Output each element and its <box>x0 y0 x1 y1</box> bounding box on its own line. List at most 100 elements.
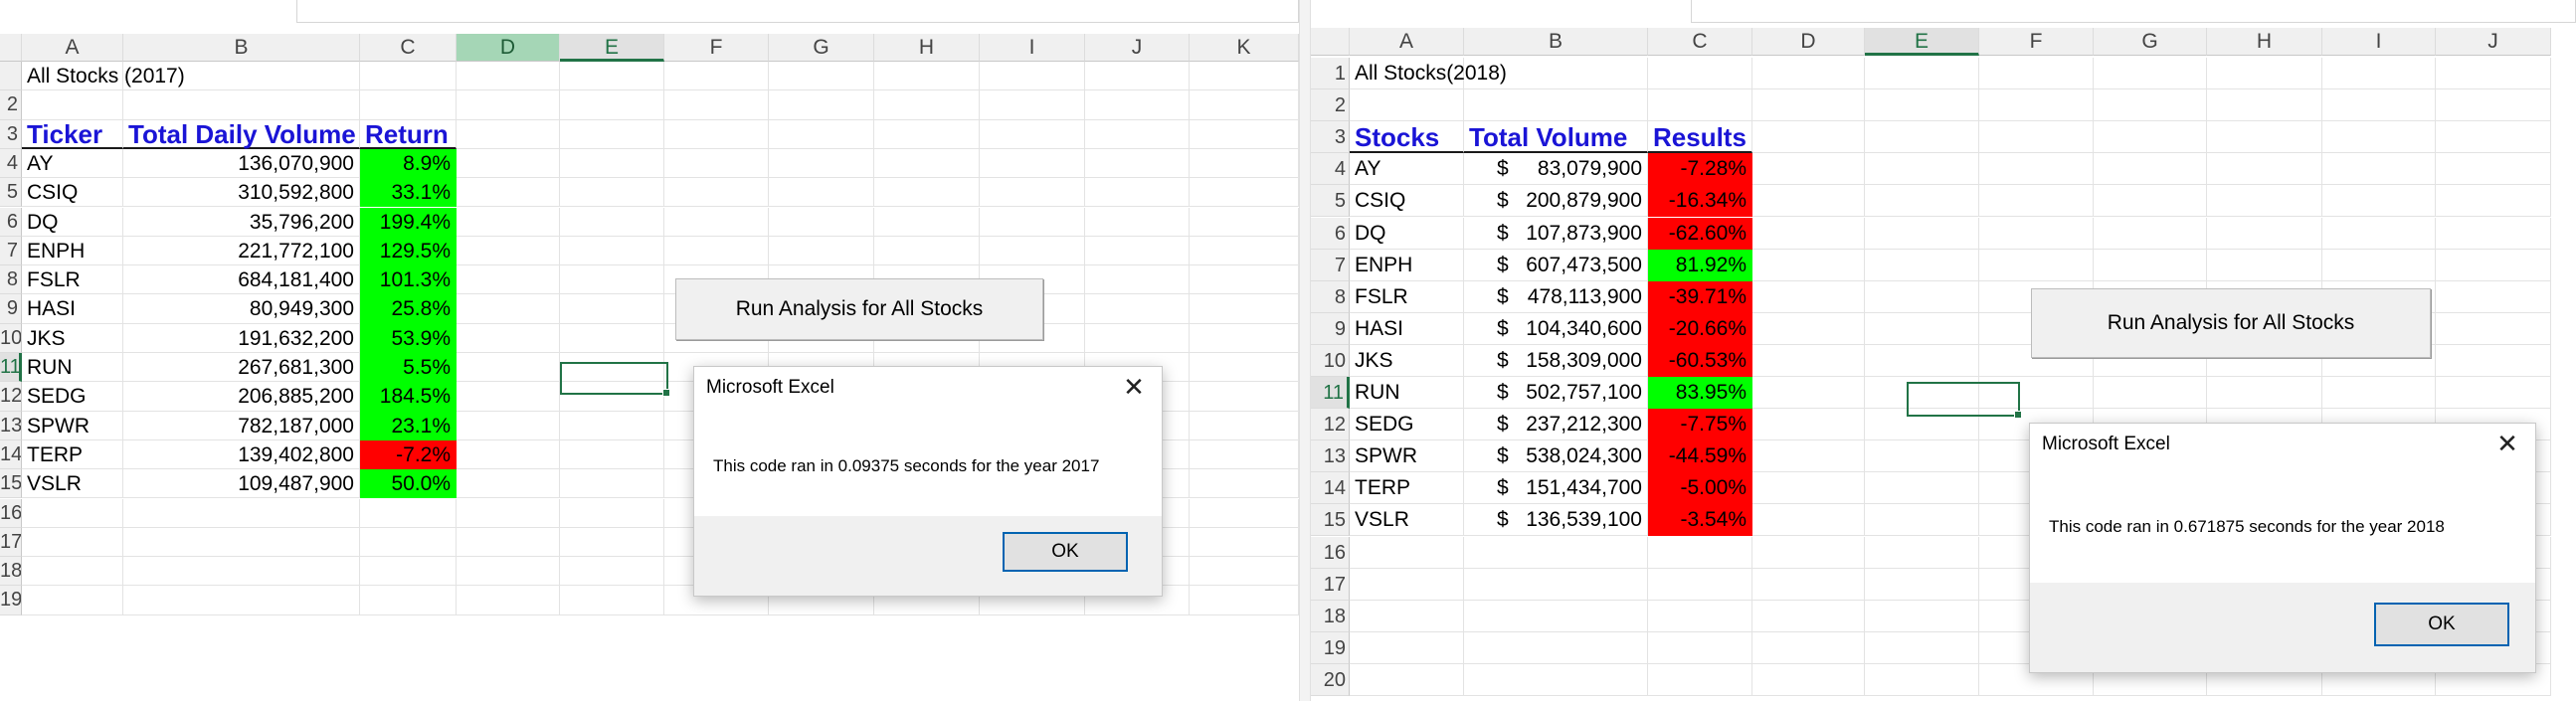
volume-cell[interactable]: $83,079,900 <box>1464 153 1648 186</box>
cell-e20[interactable] <box>1865 663 1979 696</box>
return-cell[interactable]: -7.2% <box>360 439 457 470</box>
cell-d8[interactable] <box>1752 280 1865 313</box>
select-all-corner[interactable] <box>1311 28 1350 56</box>
row-header-5[interactable]: 5 <box>1311 185 1350 218</box>
cell-k10[interactable] <box>1190 323 1299 353</box>
cell-i7[interactable] <box>980 236 1085 266</box>
row-header-8[interactable]: 8 <box>1311 280 1350 313</box>
cell-i2[interactable] <box>980 90 1085 120</box>
cell-k17[interactable] <box>1190 527 1299 558</box>
cell-e14[interactable] <box>1865 472 1979 505</box>
cell-j3[interactable] <box>1085 119 1190 149</box>
volume-cell[interactable]: $607,473,500 <box>1464 249 1648 281</box>
cell-d6[interactable] <box>1752 217 1865 250</box>
cell-i1[interactable] <box>980 62 1085 91</box>
column-header-f[interactable]: F <box>664 34 769 62</box>
cell-d20[interactable] <box>1752 663 1865 696</box>
cell-c19[interactable] <box>1648 631 1752 664</box>
cell-k1[interactable] <box>1190 62 1299 91</box>
column-header-a[interactable]: A <box>22 34 123 62</box>
cell-d14[interactable] <box>1752 472 1865 505</box>
ticker-cell[interactable]: SEDG <box>1350 409 1464 441</box>
cell-e5[interactable] <box>1865 185 1979 218</box>
row-header-2[interactable]: 2 <box>1311 89 1350 122</box>
cell-d5[interactable] <box>1752 185 1865 218</box>
cell-g3[interactable] <box>2094 121 2207 154</box>
ticker-cell[interactable]: SPWR <box>22 411 123 440</box>
column-header-h[interactable]: H <box>2207 28 2322 56</box>
row-header-6[interactable]: 6 <box>1311 217 1350 250</box>
cell-a19[interactable] <box>22 586 123 615</box>
cell-c2[interactable] <box>1648 89 1752 122</box>
cell-j8[interactable] <box>1085 265 1190 295</box>
return-cell[interactable]: -7.28% <box>1648 153 1752 186</box>
cell-e1[interactable] <box>1865 58 1979 90</box>
cell-d10[interactable] <box>457 323 560 353</box>
cell-e17[interactable] <box>560 527 664 558</box>
return-cell[interactable]: 8.9% <box>360 148 457 179</box>
header-volume[interactable]: Total Volume <box>1464 121 1648 154</box>
cell-k18[interactable] <box>1190 557 1299 587</box>
cell-j1[interactable] <box>1085 62 1190 91</box>
cell-c2[interactable] <box>360 90 457 120</box>
cell-i1[interactable] <box>2322 58 2436 90</box>
ticker-cell[interactable]: SPWR <box>1350 440 1464 473</box>
return-cell[interactable]: 81.92% <box>1648 249 1752 281</box>
select-all-corner[interactable] <box>0 34 22 62</box>
cell-f7[interactable] <box>1979 249 2094 281</box>
cell-j9[interactable] <box>2436 312 2551 345</box>
ticker-cell[interactable]: VSLR <box>22 469 123 499</box>
cell-k4[interactable] <box>1190 148 1299 179</box>
volume-cell[interactable]: 310,592,800 <box>123 178 360 208</box>
volume-cell[interactable]: 35,796,200 <box>123 207 360 237</box>
cell-e16[interactable] <box>1865 536 1979 569</box>
ticker-cell[interactable]: ENPH <box>22 236 123 266</box>
cell-e18[interactable] <box>1865 600 1979 632</box>
cell-e18[interactable] <box>560 557 664 587</box>
run-analysis-button[interactable]: Run Analysis for All Stocks <box>2031 288 2431 358</box>
ticker-cell[interactable]: VSLR <box>1350 504 1464 537</box>
close-icon[interactable]: ✕ <box>1118 371 1150 403</box>
cell-e9[interactable] <box>1865 312 1979 345</box>
row-header-18[interactable]: 18 <box>0 557 22 587</box>
cell-d19[interactable] <box>457 586 560 615</box>
selected-cell-e11[interactable] <box>1907 382 2022 419</box>
cell-h4[interactable] <box>2207 153 2322 186</box>
row-header-5[interactable]: 5 <box>0 178 22 208</box>
column-header-j[interactable]: J <box>2436 28 2551 56</box>
cell-d13[interactable] <box>1752 440 1865 473</box>
ticker-cell[interactable]: FSLR <box>22 265 123 295</box>
cell-c1[interactable] <box>1648 58 1752 90</box>
cell-h5[interactable] <box>2207 185 2322 218</box>
cell-d1[interactable] <box>1752 58 1865 90</box>
cell-e6[interactable] <box>1865 217 1979 250</box>
cell-e2[interactable] <box>1865 89 1979 122</box>
volume-cell[interactable]: $200,879,900 <box>1464 185 1648 218</box>
cell-b18[interactable] <box>123 557 360 587</box>
header-ticker[interactable]: Stocks <box>1350 121 1464 154</box>
cell-h1[interactable] <box>874 62 980 91</box>
cell-j3[interactable] <box>2436 121 2551 154</box>
volume-cell[interactable]: 782,187,000 <box>123 411 360 440</box>
cell-d14[interactable] <box>457 439 560 470</box>
volume-cell[interactable]: 267,681,300 <box>123 353 360 383</box>
cell-e13[interactable] <box>1865 440 1979 473</box>
cell-e3[interactable] <box>560 119 664 149</box>
cell-d6[interactable] <box>457 207 560 237</box>
column-header-f[interactable]: F <box>1979 28 2094 56</box>
cell-f2[interactable] <box>1979 89 2094 122</box>
cell-b17[interactable] <box>1464 568 1648 601</box>
column-header-i[interactable]: I <box>980 34 1085 62</box>
return-cell[interactable]: -20.66% <box>1648 312 1752 345</box>
cell-d4[interactable] <box>1752 153 1865 186</box>
cell-a2[interactable] <box>22 90 123 120</box>
cell-d3[interactable] <box>1752 121 1865 154</box>
volume-cell[interactable]: $502,757,100 <box>1464 377 1648 410</box>
cell-a17[interactable] <box>1350 568 1464 601</box>
cell-g2[interactable] <box>2094 89 2207 122</box>
header-return[interactable]: Return <box>360 119 457 149</box>
cell-d4[interactable] <box>457 148 560 179</box>
cell-b17[interactable] <box>123 527 360 558</box>
cell-j8[interactable] <box>2436 280 2551 313</box>
cell-h11[interactable] <box>2207 377 2322 410</box>
